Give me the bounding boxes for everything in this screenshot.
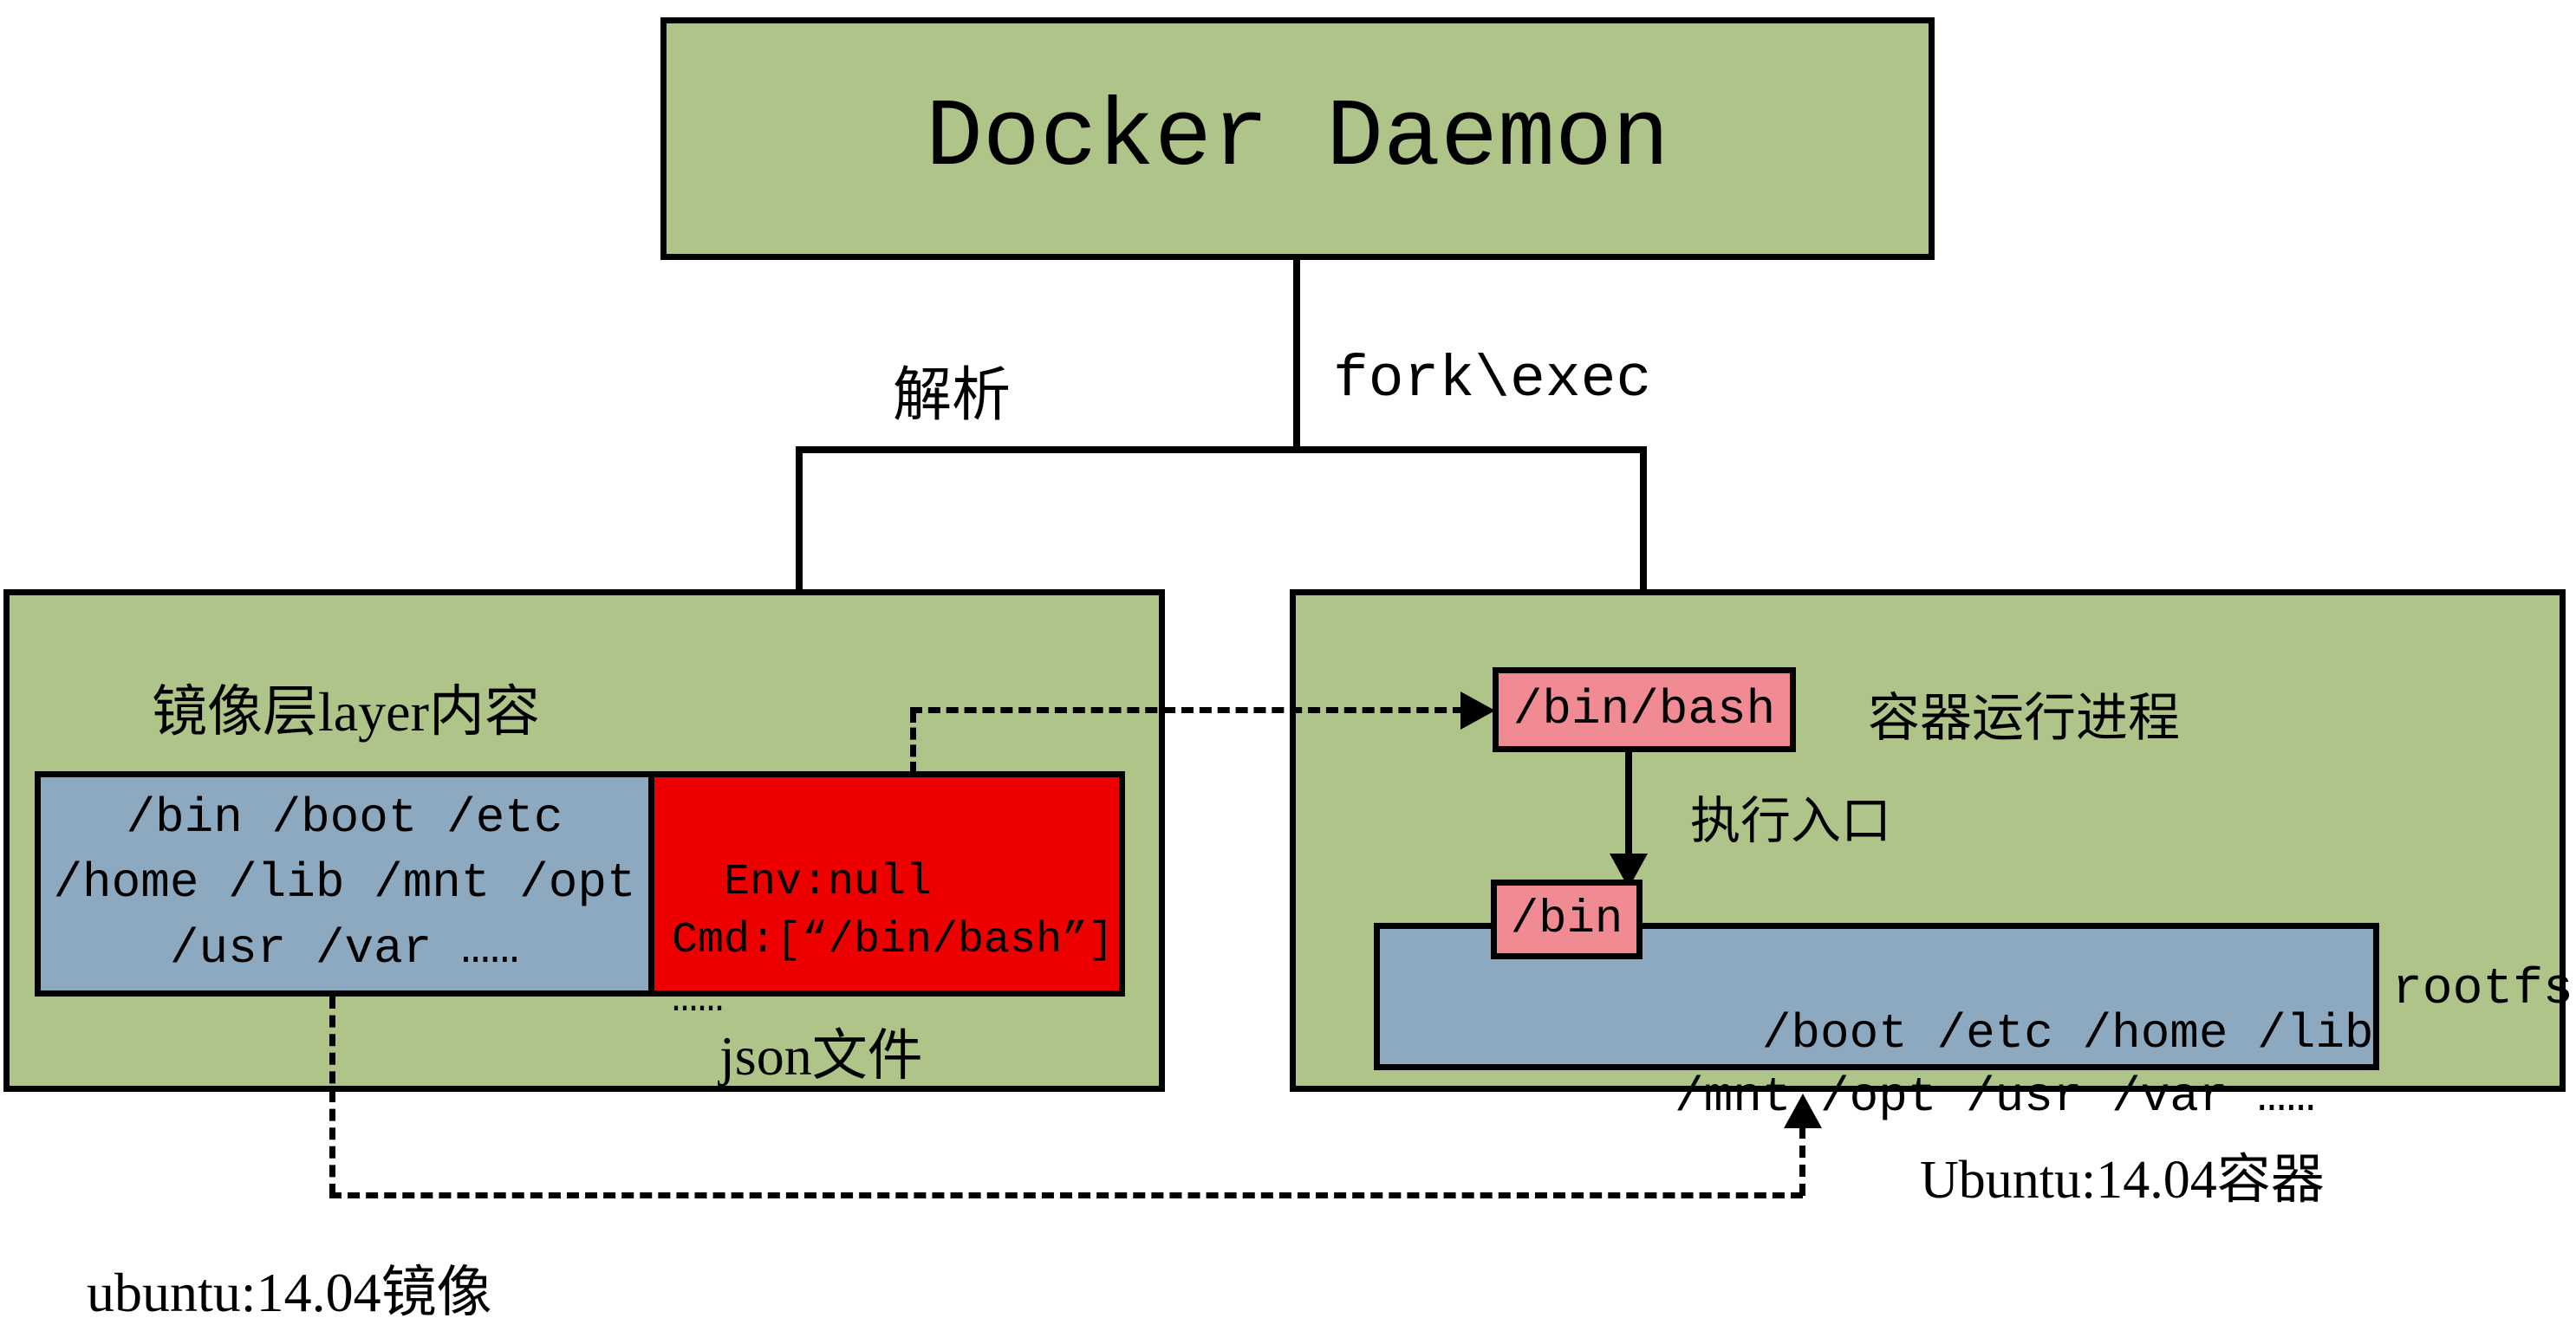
dashed-json-right: [910, 707, 1465, 713]
container-proc-label: 容器运行进程: [1868, 676, 2180, 751]
arrow-json-to-bash: [1460, 691, 1495, 730]
docker-daemon-box: Docker Daemon: [660, 17, 1935, 260]
forkexec-label: fork\exec: [1333, 347, 1651, 413]
image-caption: ubuntu:14.04镜像: [87, 1248, 492, 1328]
layer-dirs-box: /bin /boot /etc /home /lib /mnt /opt /us…: [35, 771, 654, 997]
rootfs-dirs: /boot /etc /home /lib /mnt /opt /usr /va…: [1675, 1006, 2374, 1125]
container-caption: Ubuntu:14.04容器: [1920, 1135, 2325, 1213]
bin-box: /bin: [1491, 880, 1643, 959]
json-file-label: json文件: [719, 1011, 923, 1091]
rootfs-label: rootfs: [2392, 962, 2573, 1018]
line-daemon-down: [1293, 260, 1300, 451]
parse-label: 解析: [893, 347, 1011, 432]
dashed-json-up: [910, 711, 916, 774]
arrow-layer-to-rootfs: [1784, 1094, 1822, 1128]
bin-bash-text: /bin/bash: [1513, 682, 1775, 737]
dashed-layer-right: [329, 1192, 1803, 1198]
bin-bash-box: /bin/bash: [1493, 667, 1796, 752]
json-box: Env:null Cmd:[“/bin/bash”] ……: [648, 771, 1125, 997]
exec-entry-label: 执行入口: [1690, 780, 1891, 853]
dashed-layer-down: [329, 997, 335, 1196]
line-bash-to-bin: [1625, 752, 1632, 860]
docker-daemon-title: Docker Daemon: [926, 85, 1669, 193]
layer-title: 镜像层layer内容: [152, 667, 540, 747]
layer-dirs-text: /bin /boot /etc /home /lib /mnt /opt /us…: [53, 786, 635, 983]
bin-text: /bin: [1511, 893, 1623, 946]
dashed-layer-up: [1799, 1126, 1805, 1196]
line-horizontal-split: [796, 446, 1647, 453]
